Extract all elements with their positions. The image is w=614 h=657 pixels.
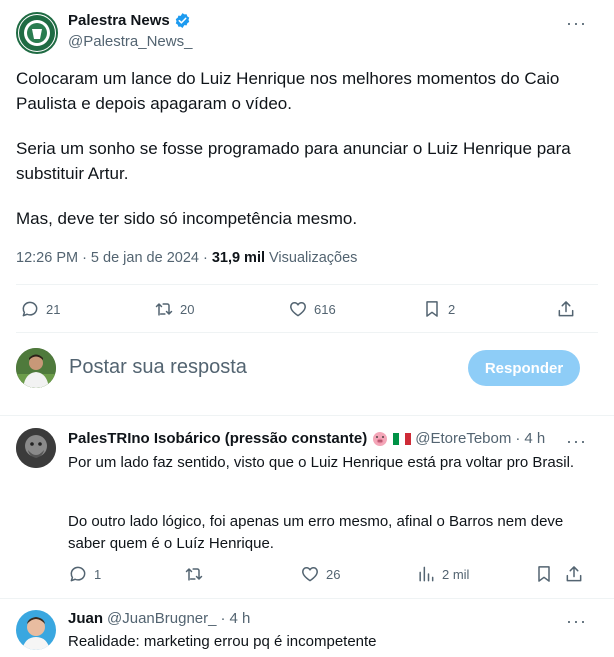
bookmark-icon bbox=[538, 566, 550, 582]
bookmark-icon bbox=[426, 301, 438, 317]
bookmark-count: 2 bbox=[448, 301, 456, 317]
meta-separator: · bbox=[220, 610, 226, 627]
share-action[interactable] bbox=[556, 299, 576, 319]
author-name[interactable]: Palestra News bbox=[68, 12, 191, 29]
reply-avatar[interactable] bbox=[16, 610, 56, 650]
meta-separator: · bbox=[82, 250, 87, 266]
reply-author-name[interactable]: Juan bbox=[68, 610, 103, 627]
views-count: 31,9 mil bbox=[211, 250, 266, 266]
reply-author-handle[interactable]: @JuanBrugner_ bbox=[107, 610, 216, 627]
retweet-icon bbox=[185, 568, 203, 581]
more-options-icon[interactable]: ··· bbox=[566, 432, 587, 450]
retweet-action[interactable]: 20 bbox=[154, 299, 194, 319]
reply-button[interactable]: Responder bbox=[468, 350, 580, 386]
tweet-text: Colocaram um lance do Luiz Henrique nos … bbox=[16, 66, 596, 251]
retweet-action[interactable] bbox=[184, 564, 210, 584]
views-label: Visualizações bbox=[269, 250, 358, 266]
reply-icon bbox=[22, 301, 38, 317]
reply-time[interactable]: 4 h bbox=[229, 610, 250, 627]
reply-actions: 1 26 2 mil bbox=[68, 564, 584, 584]
bookmark-action[interactable]: 2 bbox=[422, 299, 455, 319]
like-action[interactable]: 26 bbox=[300, 564, 340, 584]
views-count: 2 mil bbox=[442, 566, 470, 582]
divider bbox=[16, 332, 598, 333]
reply-action[interactable]: 1 bbox=[68, 564, 101, 584]
author-name-text: Palestra News bbox=[68, 12, 170, 29]
tweet-time[interactable]: 12:26 PM bbox=[16, 250, 78, 266]
analytics-icon bbox=[419, 566, 434, 582]
views-action[interactable]: 2 mil bbox=[416, 564, 469, 584]
meta-separator: · bbox=[515, 430, 521, 447]
share-icon bbox=[566, 566, 582, 582]
more-options-icon[interactable]: ··· bbox=[566, 14, 587, 32]
reply-author-name[interactable]: PalesTRIno Isobárico (pressão constante) bbox=[68, 430, 367, 447]
tweet-actions: 21 20 616 2 bbox=[16, 299, 582, 321]
meta-separator: · bbox=[202, 250, 208, 266]
reply-avatar[interactable] bbox=[16, 428, 56, 468]
more-options-icon[interactable]: ··· bbox=[566, 612, 587, 630]
divider bbox=[0, 415, 614, 416]
heart-icon bbox=[290, 302, 306, 317]
share-icon bbox=[558, 301, 574, 317]
heart-icon bbox=[302, 567, 318, 582]
bookmark-action[interactable] bbox=[534, 564, 554, 584]
share-action[interactable] bbox=[564, 564, 584, 584]
reply-header: PalesTRIno Isobárico (pressão constante)… bbox=[68, 430, 545, 447]
retweet-count: 20 bbox=[180, 301, 195, 317]
reply-action[interactable]: 21 bbox=[20, 299, 60, 319]
reply-text: Do outro lado lógico, foi apenas um erro… bbox=[68, 513, 564, 552]
current-user-avatar[interactable] bbox=[16, 348, 56, 388]
tweet-date[interactable]: 5 de jan de 2024 bbox=[91, 250, 199, 266]
reply-input[interactable]: Postar sua resposta bbox=[69, 356, 247, 379]
like-action[interactable]: 616 bbox=[288, 299, 336, 319]
reply-text: Realidade: marketing errou pq é incompet… bbox=[68, 633, 377, 650]
divider bbox=[16, 284, 598, 285]
tweet-paragraph: Colocaram um lance do Luiz Henrique nos … bbox=[16, 69, 560, 113]
reply-count: 1 bbox=[94, 566, 102, 582]
reply-icon bbox=[70, 566, 86, 582]
pig-emoji-icon bbox=[373, 431, 388, 446]
tweet-meta: 12:26 PM · 5 de jan de 2024 · 31,9 mil V… bbox=[16, 250, 357, 266]
reply-header: Juan @JuanBrugner_ · 4 h bbox=[68, 610, 250, 627]
author-handle[interactable]: @Palestra_News_ bbox=[68, 33, 192, 50]
reply-author-handle[interactable]: @EtoreTebom bbox=[415, 430, 511, 447]
reply-time[interactable]: 4 h bbox=[524, 430, 545, 447]
tweet-paragraph: Mas, deve ter sido só incompetência mesm… bbox=[16, 209, 358, 228]
author-avatar[interactable] bbox=[16, 12, 58, 54]
divider bbox=[0, 598, 614, 599]
retweet-icon bbox=[155, 303, 173, 316]
reply-text: Por um lado faz sentido, visto que o Lui… bbox=[68, 454, 575, 471]
tweet-paragraph: Seria um sonho se fosse programado para … bbox=[16, 139, 571, 183]
verified-badge-icon bbox=[175, 13, 189, 28]
like-count: 26 bbox=[326, 566, 341, 582]
italy-flag-icon bbox=[393, 432, 412, 445]
like-count: 616 bbox=[314, 301, 336, 317]
reply-count: 21 bbox=[46, 301, 61, 317]
